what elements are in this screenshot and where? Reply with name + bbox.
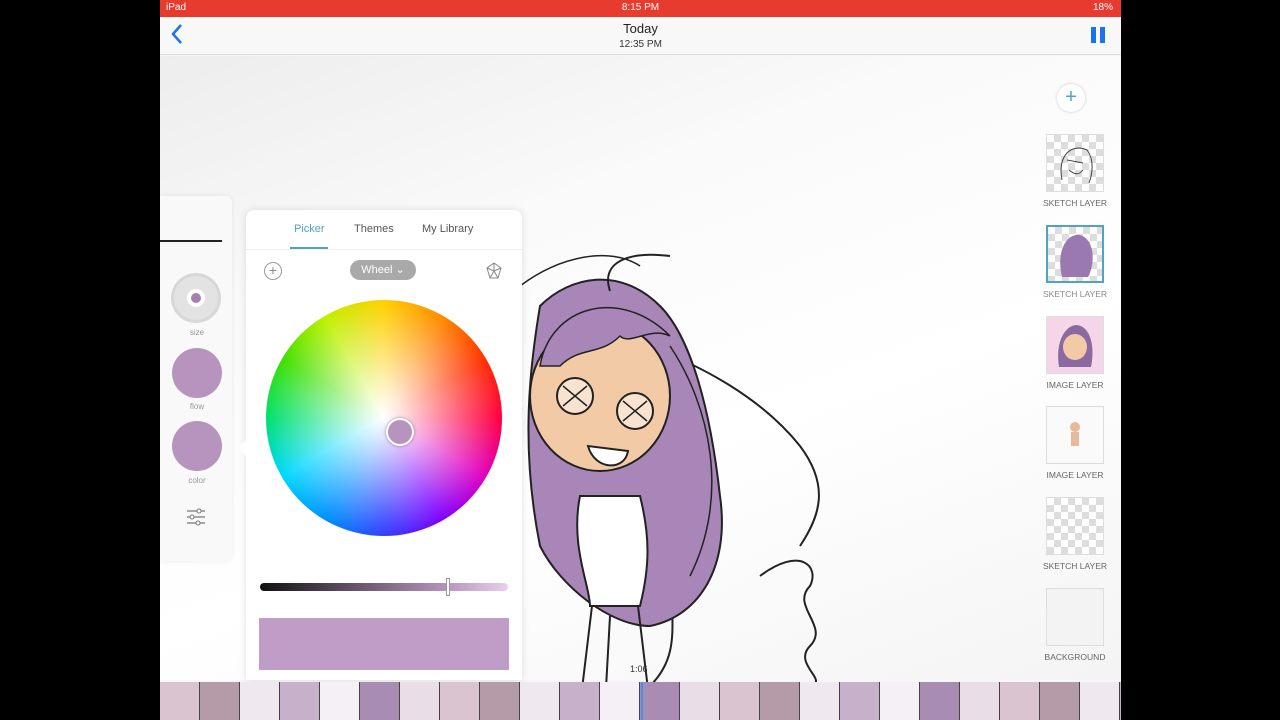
flow-label: flow: [189, 402, 205, 411]
color-label: color: [188, 476, 206, 485]
timeline-frame: [440, 682, 480, 720]
layer-name: IMAGE LAYER: [1046, 380, 1104, 390]
timeline-frame: [560, 682, 600, 720]
color-control[interactable]: [172, 421, 222, 471]
page-subtitle: 12:35 PM: [619, 39, 662, 50]
timeline-frame: [1080, 682, 1120, 720]
layer-name: BACKGROUND: [1044, 652, 1106, 662]
app-screen: iPad 8:15 PM 18% Today 12:35 PM size flo…: [160, 0, 1121, 720]
clock: 8:15 PM: [621, 2, 660, 13]
layer-thumbnail: [1046, 497, 1104, 555]
sketch-thumbnail: [1060, 147, 1093, 184]
layer-item[interactable]: SKETCH LAYER: [1043, 134, 1107, 214]
layer-item[interactable]: SKETCH LAYER: [1043, 225, 1107, 305]
layer-item[interactable]: IMAGE LAYER: [1044, 316, 1106, 396]
battery-level: 18%: [1092, 2, 1113, 13]
timeline-frame: [960, 682, 1000, 720]
character-drawing: [519, 253, 820, 706]
layer-name: SKETCH LAYER: [1042, 198, 1108, 208]
timeline-frame: [400, 682, 440, 720]
color-harmony-icon[interactable]: [484, 261, 504, 281]
layer-thumbnail: [1046, 316, 1104, 374]
timeline-frame: [680, 682, 720, 720]
timeline-frame: [160, 682, 200, 720]
pause-icon: [1091, 27, 1096, 43]
color-picker-panel: Picker Themes My Library + Wheel ⌄: [238, 210, 522, 680]
timeline-frame: [760, 682, 800, 720]
character-thumbnail: [1058, 325, 1093, 367]
timeline-frame: [480, 682, 520, 720]
layer-name: SKETCH LAYER: [1042, 289, 1108, 299]
add-color-button[interactable]: +: [264, 262, 282, 280]
timeline-frame: [600, 682, 640, 720]
timeline-frame: [520, 682, 560, 720]
pause-button[interactable]: [1091, 27, 1105, 43]
layer-thumbnail: [1046, 406, 1104, 464]
timeline-frame: [920, 682, 960, 720]
layer-item[interactable]: BACKGROUND: [1044, 588, 1106, 668]
brush-toolbar: size flow color: [160, 196, 232, 561]
size-control[interactable]: [171, 273, 221, 323]
layers-panel: + SKETCH LAYER SKETCH LAYER IMAGE LAYER …: [1040, 84, 1110, 674]
size-dot: [191, 293, 201, 303]
sliders-icon[interactable]: [186, 508, 206, 526]
timeline-frame: [200, 682, 240, 720]
toolbar-divider: [160, 240, 222, 242]
layer-thumbnail: [1046, 588, 1104, 646]
timeline-playhead[interactable]: [641, 682, 643, 720]
timeline-frame: [1000, 682, 1040, 720]
color-wheel[interactable]: [266, 300, 502, 536]
timeline-frame: [720, 682, 760, 720]
status-bar: iPad 8:15 PM 18%: [160, 0, 1121, 17]
active-tab-indicator: [290, 247, 328, 249]
layer-thumbnail: [1046, 225, 1104, 283]
size-label: size: [189, 328, 205, 337]
timeline-frame: [1040, 682, 1080, 720]
wheel-mode-dropdown[interactable]: Wheel ⌄: [350, 260, 416, 280]
timeline-frame: [320, 682, 360, 720]
timeline-frame: [1120, 682, 1121, 720]
timeline-frame: [880, 682, 920, 720]
flow-control[interactable]: [172, 348, 222, 398]
layer-thumbnail: [1046, 134, 1104, 192]
current-color-swatch: [259, 618, 509, 670]
tab-my-library[interactable]: My Library: [422, 223, 473, 235]
tab-themes[interactable]: Themes: [354, 223, 394, 235]
tab-picker[interactable]: Picker: [294, 223, 325, 235]
timeline-time-label: 1:06: [630, 664, 648, 674]
timeline-frame: [640, 682, 680, 720]
timeline-frame: [360, 682, 400, 720]
layer-item[interactable]: IMAGE LAYER: [1044, 406, 1106, 486]
plus-icon: +: [1065, 86, 1077, 108]
figure-thumbnail: [1070, 422, 1080, 446]
navigation-bar: Today 12:35 PM: [160, 17, 1121, 55]
add-layer-button[interactable]: +: [1057, 84, 1085, 112]
layer-name: IMAGE LAYER: [1046, 470, 1104, 480]
brightness-slider[interactable]: [260, 578, 508, 596]
timeline-frame: [240, 682, 280, 720]
page-title: Today: [623, 21, 658, 36]
layer-item[interactable]: SKETCH LAYER: [1043, 497, 1107, 577]
timeline-frame: [280, 682, 320, 720]
color-tabs: Picker Themes My Library: [246, 210, 522, 250]
timeline-frame: [800, 682, 840, 720]
color-wheel-handle[interactable]: [386, 418, 414, 446]
hair-thumbnail: [1060, 234, 1093, 277]
layer-name: SKETCH LAYER: [1042, 561, 1108, 571]
plus-icon: +: [268, 262, 278, 278]
timeline-frame: [840, 682, 880, 720]
brightness-slider-thumb[interactable]: [446, 578, 450, 596]
